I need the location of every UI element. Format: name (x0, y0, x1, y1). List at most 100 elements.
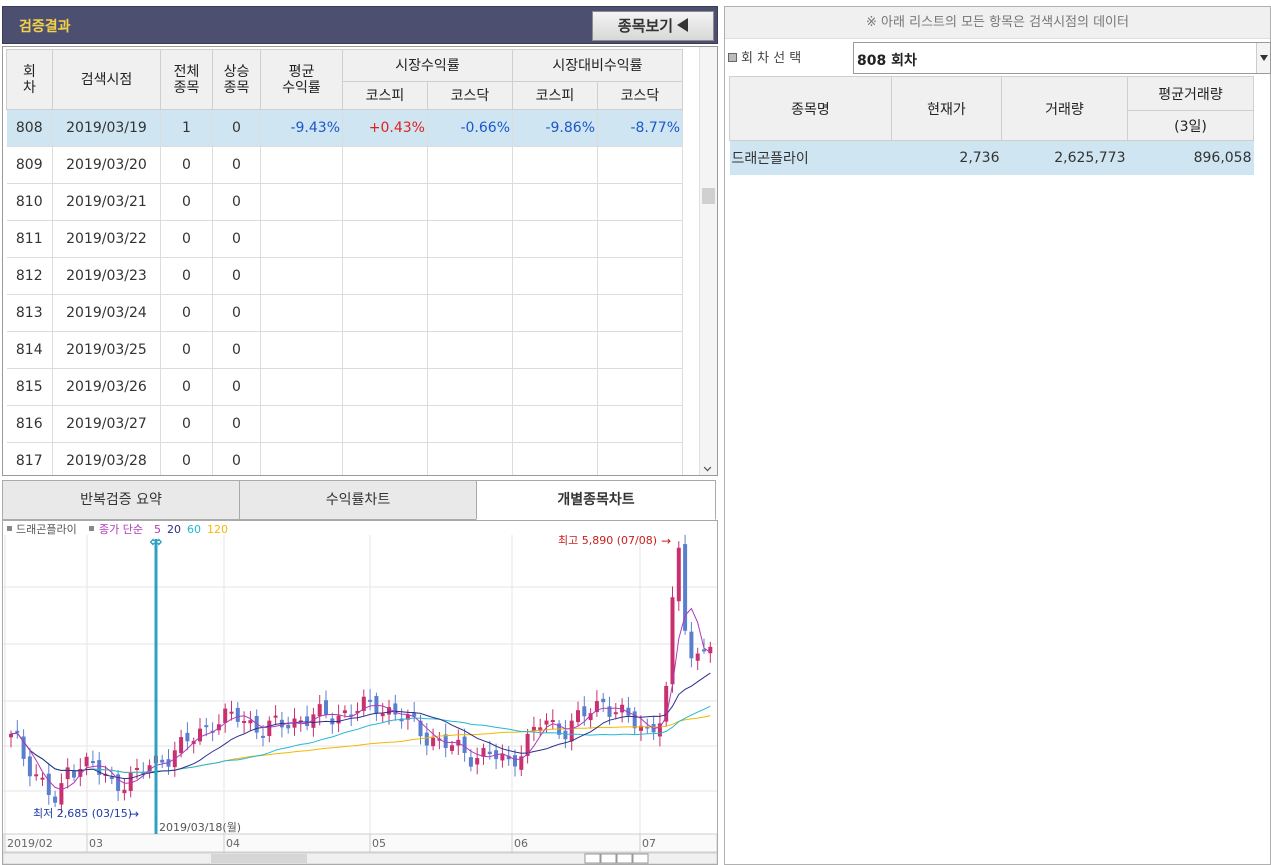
cell-total: 0 (160, 368, 213, 406)
table-row[interactable]: 811 2019/03/22 0 0 (6, 220, 683, 258)
table-row[interactable]: 817 2019/03/28 0 0 (6, 442, 683, 475)
candle-body (53, 796, 58, 803)
cell-e_kosdaq (597, 257, 683, 295)
col-excess-return[interactable]: 시장대비수익률 (512, 49, 683, 82)
table-row[interactable]: 815 2019/03/26 0 0 (6, 368, 683, 406)
col-current-price[interactable]: 현재가 (891, 76, 1002, 141)
tab-summary-label: 반복검증 요약 (80, 492, 162, 508)
candle-body (550, 719, 555, 722)
annotation-low: 최저 2,685 (03/15) (33, 807, 132, 820)
candle-body (342, 710, 347, 714)
cell-avg (260, 405, 343, 443)
candle-body (689, 631, 694, 659)
col-avg-days[interactable]: (3일) (1127, 110, 1254, 141)
chevron-down-icon[interactable] (1256, 43, 1270, 73)
col-round[interactable]: 회 차 (6, 49, 53, 110)
cell-m_kosdaq (427, 183, 513, 221)
col-excess-kosdaq[interactable]: 코스닥 (597, 81, 683, 110)
tab-stock-chart[interactable]: 개별종목차트 (476, 480, 716, 520)
chevron-down-icon[interactable] (703, 463, 712, 472)
x-axis-label: 05 (372, 837, 386, 850)
candle-body (286, 724, 291, 729)
candle-body (702, 649, 706, 652)
candle-body (475, 758, 480, 765)
scroll-thumb[interactable] (702, 188, 715, 204)
table-row[interactable]: 809 2019/03/20 0 0 (6, 146, 683, 184)
candle-body (582, 706, 587, 717)
result-grid[interactable]: 회 차 검색시점 전체 종목 상승 종목 평균 수익률 시장수익률 시장대비수익… (2, 46, 718, 476)
view-stocks-button[interactable]: 종목보기 (592, 11, 714, 41)
cell-round: 816 (6, 405, 53, 443)
cell-date: 2019/03/28 (52, 442, 161, 475)
stock-chart-area[interactable]: 2019/02 03 04 05 06 07 ⇔ 드래곤플라이 종가 단순 5 20 60 120 최고 … (2, 520, 718, 865)
left-panel: 검증결과 종목보기 회 차 검색시점 전체 종목 상승 종목 평균 수익률 시장… (0, 0, 718, 865)
cell-e_kospi (512, 294, 598, 332)
cell-e_kospi (512, 368, 598, 406)
legend-ma-20: 20 (167, 523, 181, 536)
table-row[interactable]: 816 2019/03/27 0 0 (6, 405, 683, 443)
tab-summary[interactable]: 반복검증 요약 (2, 480, 240, 520)
candle-body (613, 712, 618, 715)
stock-price: 2,736 (891, 140, 1002, 175)
result-table: 회 차 검색시점 전체 종목 상승 종목 평균 수익률 시장수익률 시장대비수익… (6, 49, 683, 475)
candle-body (46, 773, 51, 795)
table-row[interactable]: 드래곤플라이 2,736 2,625,773 896,058 (729, 140, 1254, 175)
table-row[interactable]: 812 2019/03/23 0 0 (6, 257, 683, 295)
cell-m_kosdaq (427, 294, 513, 332)
candle-body (27, 756, 32, 777)
grid-vertical-scrollbar[interactable] (699, 47, 717, 475)
tab-return-chart[interactable]: 수익률차트 (239, 480, 477, 520)
candle-body (198, 728, 202, 742)
candle-body (305, 716, 310, 727)
col-total[interactable]: 전체 종목 (160, 49, 213, 110)
candle-body (84, 756, 89, 767)
cell-avg (260, 331, 343, 369)
candle-body (468, 757, 473, 767)
cell-rising: 0 (212, 405, 261, 443)
table-row[interactable]: 814 2019/03/25 0 0 (6, 331, 683, 369)
col-volume[interactable]: 거래량 (1001, 76, 1128, 141)
cell-m_kosdaq (427, 331, 513, 369)
cell-round: 810 (6, 183, 53, 221)
cell-m_kospi (342, 220, 428, 258)
cell-total: 0 (160, 405, 213, 443)
annotation-high: 최고 5,890 (07/08) (558, 534, 657, 547)
candle-body (676, 547, 681, 602)
table-row[interactable]: 810 2019/03/21 0 0 (6, 183, 683, 221)
candle-body (128, 772, 133, 791)
ma60-line (10, 705, 711, 773)
notice-text: ※ 아래 리스트의 모든 항목은 검색시점의 데이터 (725, 7, 1270, 39)
cell-m_kospi (342, 331, 428, 369)
round-select[interactable]: 808 회차 (853, 42, 1271, 74)
col-stock-name[interactable]: 종목명 (729, 76, 892, 141)
triangle-left-icon (677, 18, 689, 32)
candle-body (368, 699, 373, 702)
col-market-return[interactable]: 시장수익률 (342, 49, 513, 82)
cell-rising: 0 (212, 257, 261, 295)
legend-square-icon (89, 526, 94, 531)
cell-round: 811 (6, 220, 53, 258)
cell-e_kospi (512, 146, 598, 184)
col-market-kospi[interactable]: 코스피 (342, 81, 428, 110)
candle-body (15, 730, 20, 733)
cell-e_kosdaq (597, 368, 683, 406)
col-avg-return[interactable]: 평균 수익률 (260, 49, 343, 110)
table-row[interactable]: 808 2019/03/19 1 0 -9.43% +0.43% -0.66% -9.86% -… (6, 109, 683, 147)
chart-nav-button (600, 853, 617, 864)
col-market-kosdaq[interactable]: 코스닥 (427, 81, 513, 110)
x-axis-label: 07 (642, 837, 656, 850)
cell-date: 2019/03/22 (52, 220, 161, 258)
cell-total: 0 (160, 257, 213, 295)
cell-total: 1 (160, 109, 213, 147)
col-excess-kospi[interactable]: 코스피 (512, 81, 598, 110)
col-rising[interactable]: 상승 종목 (212, 49, 261, 110)
legend-price-type: 종가 단순 (99, 523, 143, 536)
table-row[interactable]: 813 2019/03/24 0 0 (6, 294, 683, 332)
candle-body (336, 715, 341, 724)
col-avg-volume[interactable]: 평균거래량 (1127, 76, 1254, 111)
col-search-time[interactable]: 검색시점 (52, 49, 161, 110)
cell-round: 815 (6, 368, 53, 406)
cell-m_kospi (342, 146, 428, 184)
candle-body (261, 735, 265, 738)
stock-chart[interactable]: 2019/02 03 04 05 06 07⇔드래곤플라이 종가 단순 5 20 60 120최고 … (3, 521, 717, 864)
